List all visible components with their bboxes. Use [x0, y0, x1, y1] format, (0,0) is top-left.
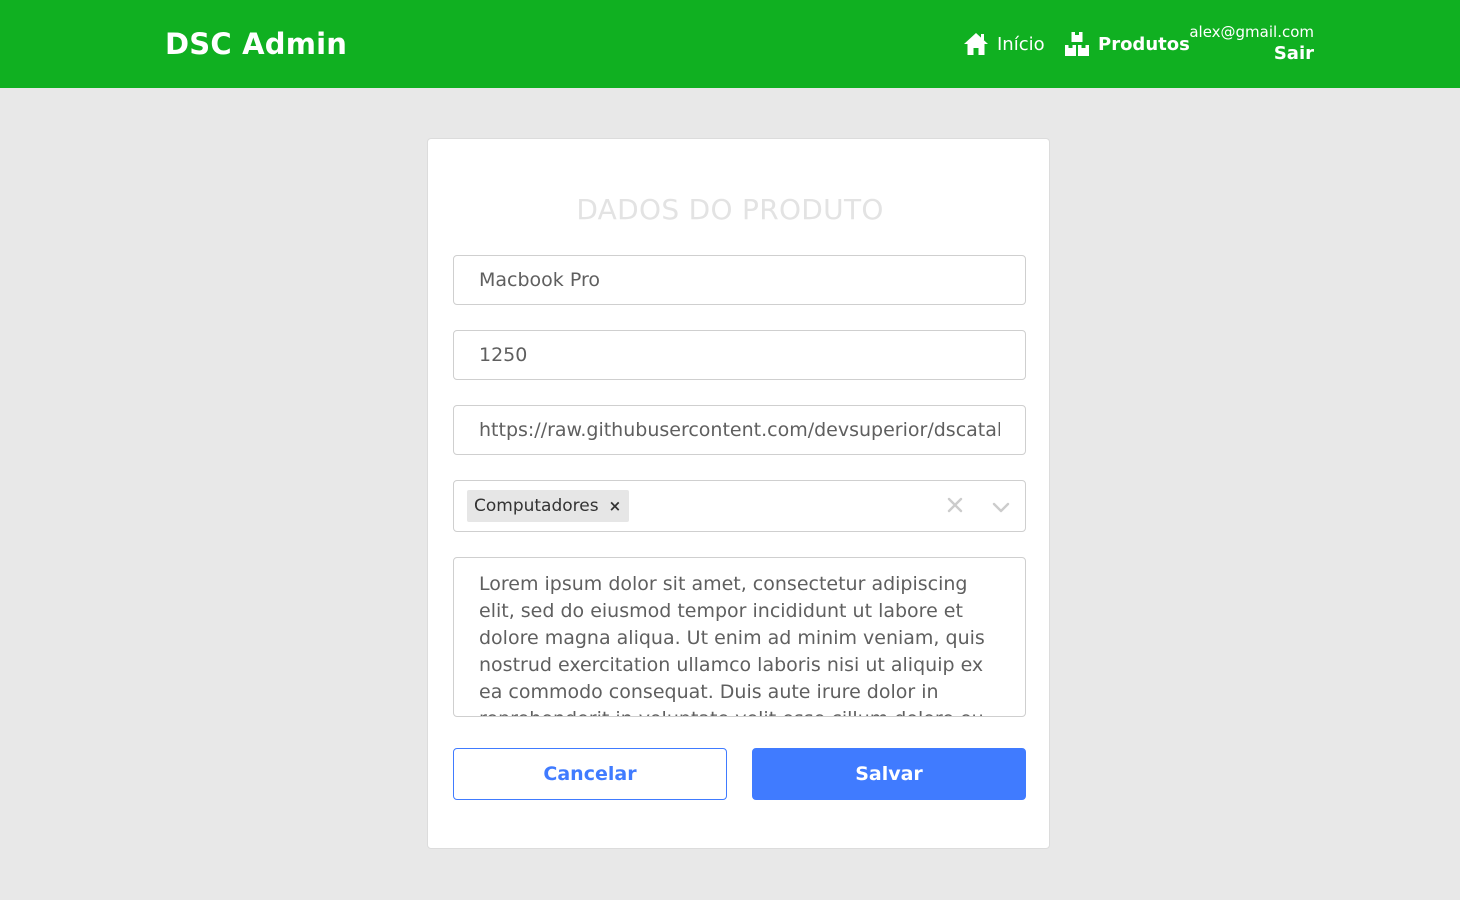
product-image-url-input[interactable] — [453, 405, 1026, 455]
form-title: DADOS DO PRODUTO — [576, 193, 884, 226]
cancel-button[interactable]: Cancelar — [453, 748, 727, 800]
products-icon — [1064, 31, 1090, 57]
home-icon — [963, 31, 989, 57]
category-multiselect[interactable]: Computadores × — [453, 480, 1026, 532]
product-description-textarea[interactable]: Lorem ipsum dolor sit amet, consectetur … — [453, 557, 1026, 717]
user-email: alex@gmail.com — [1189, 23, 1314, 41]
category-chip: Computadores × — [467, 490, 630, 522]
product-price-input[interactable] — [453, 330, 1026, 380]
nav-link-label: Produtos — [1098, 33, 1190, 55]
save-button[interactable]: Salvar — [752, 748, 1026, 800]
brand-title[interactable]: DSC Admin — [165, 27, 347, 61]
select-separator — [978, 493, 979, 519]
user-info: alex@gmail.com Sair — [1189, 22, 1314, 66]
product-name-input[interactable] — [453, 255, 1026, 305]
clear-selection-icon[interactable] — [945, 495, 965, 515]
nav-link-produtos[interactable]: Produtos — [1064, 28, 1190, 60]
chevron-down-icon[interactable] — [991, 497, 1011, 517]
nav-link-label: Início — [997, 33, 1045, 55]
logout-link[interactable]: Sair — [1189, 42, 1314, 66]
chip-remove-icon[interactable]: × — [609, 497, 622, 515]
nav-link-inicio[interactable]: Início — [963, 28, 1045, 60]
top-navbar: DSC Admin Início Produtos alex@gmail.com… — [0, 0, 1460, 88]
category-chip-label: Computadores — [474, 496, 599, 516]
